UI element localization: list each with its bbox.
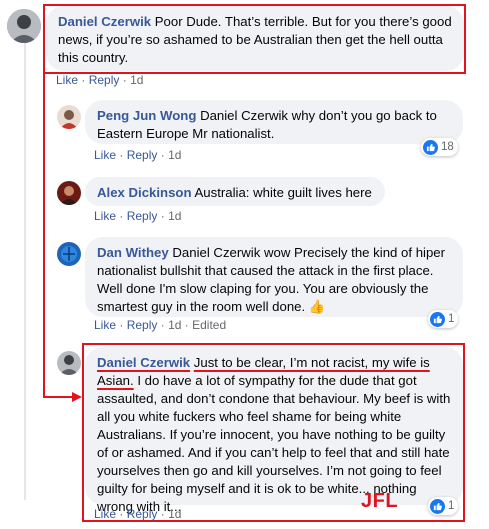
reply-author[interactable]: Dan Withey [97, 245, 169, 260]
edited-label: Edited [192, 318, 227, 332]
jfl-annotation: JFL [361, 490, 399, 512]
like-link[interactable]: Like [94, 209, 116, 223]
connector-line-vertical [43, 74, 45, 398]
like-link[interactable]: Like [94, 148, 116, 162]
timestamp[interactable]: 1d [130, 73, 143, 87]
thumbs-up-icon [430, 498, 445, 514]
reply-author[interactable]: Peng Jun Wong [97, 108, 196, 123]
reaction-count[interactable]: 1 [428, 310, 459, 328]
reply-text: Australia: white guilt lives here [194, 185, 372, 200]
reaction-count[interactable]: 18 [421, 138, 458, 156]
avatar[interactable] [57, 105, 81, 129]
thread-line [24, 40, 26, 500]
reply-actions: Like · Reply · 1d · Edited [94, 318, 227, 332]
reply-author[interactable]: Alex Dickinson [97, 185, 192, 200]
reply-link[interactable]: Reply [89, 73, 120, 87]
thumbs-up-icon [423, 139, 438, 155]
like-link[interactable]: Like [56, 73, 78, 87]
timestamp[interactable]: 1d [168, 507, 181, 521]
avatar[interactable] [57, 181, 81, 205]
avatar[interactable] [7, 9, 41, 43]
reply-actions: Like · Reply · 1d [94, 209, 182, 223]
highlight-box [82, 343, 465, 522]
like-link[interactable]: Like [94, 507, 116, 521]
comment-actions: Like · Reply · 1d [56, 73, 144, 87]
reply-link[interactable]: Reply [127, 148, 158, 162]
reply-link[interactable]: Reply [127, 318, 158, 332]
timestamp[interactable]: 1d [168, 148, 181, 162]
reply-bubble: Peng Jun Wong Daniel Czerwik why don’t y… [85, 100, 463, 144]
timestamp[interactable]: 1d [168, 318, 181, 332]
arrow-head-icon [72, 392, 82, 402]
highlight-box [43, 4, 466, 74]
reply-actions: Like · Reply · 1d [94, 507, 182, 521]
reply-actions: Like · Reply · 1d [94, 148, 182, 162]
thumbs-up-icon [430, 311, 445, 327]
connector-line-horizontal [43, 396, 73, 398]
avatar[interactable] [57, 351, 81, 375]
reply-bubble: Alex Dickinson Australia: white guilt li… [85, 177, 385, 206]
like-link[interactable]: Like [94, 318, 116, 332]
reply-link[interactable]: Reply [127, 209, 158, 223]
reply-link[interactable]: Reply [127, 507, 158, 521]
avatar[interactable] [57, 242, 81, 266]
timestamp[interactable]: 1d [168, 209, 181, 223]
reaction-count[interactable]: 1 [428, 497, 459, 515]
reply-bubble: Dan Withey Daniel Czerwik wow Precisely … [85, 237, 463, 317]
